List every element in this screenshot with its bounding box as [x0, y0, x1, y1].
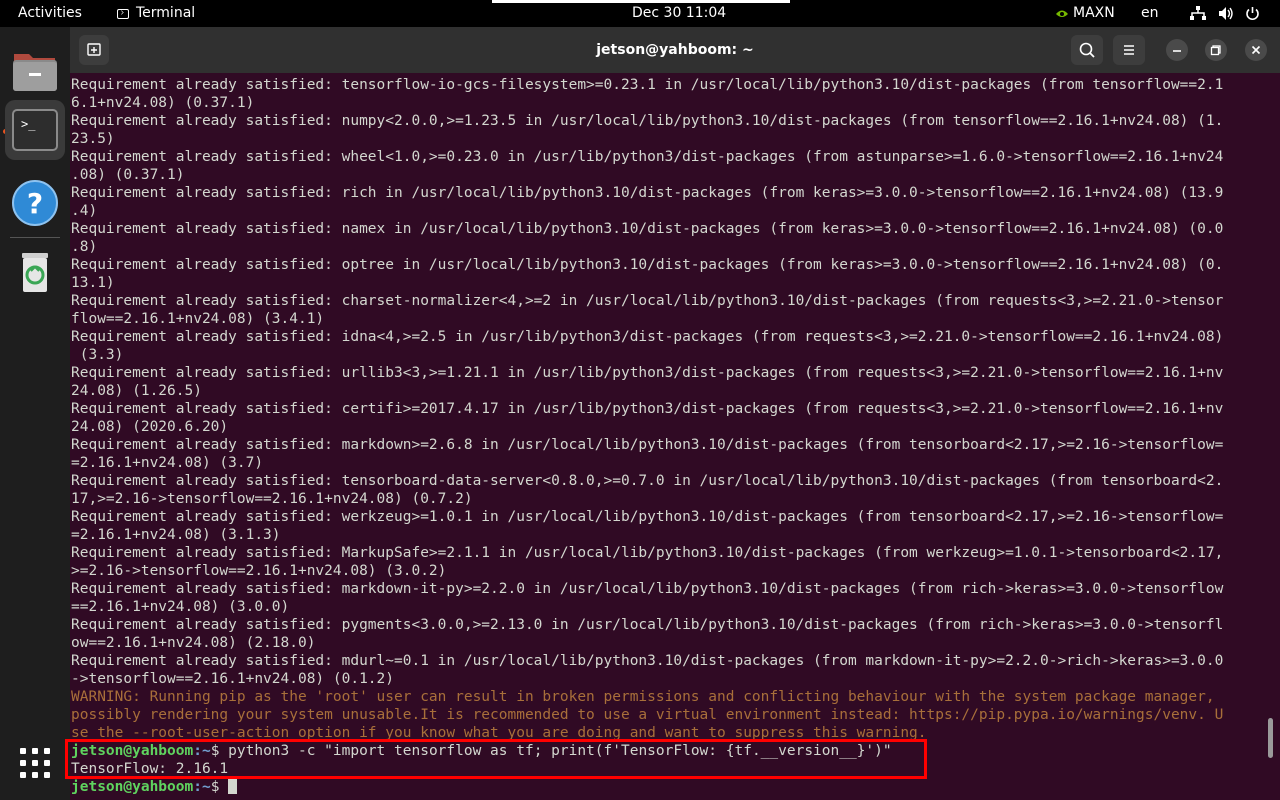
files-icon	[13, 54, 57, 91]
output-line: 24.08) (2020.6.20)	[71, 419, 229, 435]
terminal-window: jetson@yahboom: ~ Requirement already sa…	[70, 27, 1280, 800]
output-line: Requirement already satisfied: idna<4,>=…	[71, 329, 1224, 345]
svg-text:>_: >_	[21, 117, 36, 131]
output-line: (3.3)	[71, 347, 124, 363]
prompt-symbol: $	[210, 779, 229, 795]
output-line: 13.1)	[71, 275, 115, 291]
text-cursor	[228, 778, 238, 794]
new-tab-icon	[87, 43, 101, 56]
output-line: Requirement already satisfied: numpy<2.0…	[71, 113, 1224, 129]
output-line: 24.08) (1.26.5)	[71, 383, 202, 399]
output-line: .4)	[71, 203, 98, 219]
output-line: >=2.16->tensorflow==2.16.1+nv24.08) (3.0…	[71, 563, 447, 579]
language-indicator[interactable]: en	[1141, 0, 1159, 27]
dock-files-button[interactable]	[5, 40, 65, 100]
warning-line: possibly rendering your system unusable.…	[71, 707, 1224, 723]
close-button[interactable]	[1245, 39, 1267, 61]
output-line: Requirement already satisfied: charset-n…	[71, 293, 1224, 309]
warning-line: WARNING: Running pip as the 'root' user …	[71, 689, 1215, 705]
output-line: Requirement already satisfied: rich in /…	[71, 185, 1224, 201]
dock-terminal-button[interactable]: >_	[5, 100, 65, 160]
dock: >_ ?	[0, 27, 70, 800]
output-line: Requirement already satisfied: markdown>…	[71, 437, 1224, 453]
output-line: =2.16.1+nv24.08) (3.1.3)	[71, 527, 281, 543]
terminal-icon: >_	[12, 109, 58, 151]
activities-button[interactable]: Activities	[18, 0, 82, 27]
top-bar: Activities Terminal Dec 30 11:04 MAXN en	[0, 0, 1280, 27]
power-icon[interactable]	[1245, 0, 1260, 27]
terminal-app-icon	[117, 8, 129, 19]
nvidia-icon	[1056, 10, 1068, 17]
output-line: Requirement already satisfied: optree in…	[71, 257, 1224, 273]
prompt-path: :~	[193, 779, 211, 795]
output-line: TensorFlow: 2.16.1	[71, 761, 229, 777]
app-menu-label: Terminal	[136, 5, 196, 21]
output-line: Requirement already satisfied: pygments<…	[71, 617, 1224, 633]
terminal-scrollbar[interactable]	[1268, 718, 1273, 758]
output-line: Requirement already satisfied: certifi>=…	[71, 401, 1224, 417]
output-line: Requirement already satisfied: wheel<1.0…	[71, 149, 1224, 165]
output-line: .08) (0.37.1)	[71, 167, 185, 183]
hamburger-menu-icon	[1124, 45, 1134, 55]
prompt-line: jetson@yahboom:~$	[71, 778, 1263, 796]
output-line: 6.1+nv24.08) (0.37.1)	[71, 95, 255, 111]
network-icon[interactable]	[1190, 0, 1206, 27]
dock-help-button[interactable]: ?	[5, 173, 65, 233]
output-line: ow==2.16.1+nv24.08) (2.18.0)	[71, 635, 316, 651]
help-icon: ?	[12, 180, 58, 226]
output-line: ==2.16.1+nv24.08) (3.0.0)	[71, 599, 290, 615]
terminal-output[interactable]: Requirement already satisfied: tensorflo…	[71, 76, 1263, 800]
maximize-button[interactable]	[1205, 39, 1227, 61]
output-line: .8)	[71, 239, 98, 255]
app-menu-terminal[interactable]: Terminal	[117, 0, 195, 27]
power-mode-label: MAXN	[1073, 5, 1115, 21]
search-button[interactable]	[1071, 35, 1103, 65]
svg-text:?: ?	[27, 187, 43, 220]
output-line: Requirement already satisfied: mdurl~=0.…	[71, 653, 1224, 669]
clock[interactable]: Dec 30 11:04	[632, 0, 726, 27]
terminal-header-bar[interactable]: jetson@yahboom: ~	[70, 27, 1280, 73]
prompt-path: :~	[193, 743, 211, 759]
output-line: Requirement already satisfied: tensorboa…	[71, 473, 1224, 489]
maximize-icon	[1210, 45, 1221, 56]
close-icon	[1251, 45, 1261, 55]
search-icon	[1079, 42, 1095, 58]
output-line: Requirement already satisfied: urllib3<3…	[71, 365, 1224, 381]
volume-icon[interactable]	[1218, 0, 1234, 27]
output-line: Requirement already satisfied: werkzeug>…	[71, 509, 1224, 525]
minimize-button[interactable]	[1166, 39, 1188, 61]
hamburger-menu-button[interactable]	[1113, 35, 1145, 65]
output-line: Requirement already satisfied: tensorflo…	[71, 77, 1224, 93]
minimize-icon	[1173, 50, 1181, 52]
output-line: flow==2.16.1+nv24.08) (3.4.1)	[71, 311, 325, 327]
prompt-line: jetson@yahboom:~$ python3 -c "import ten…	[71, 742, 1263, 760]
command-text: python3 -c "import tensorflow as tf; pri…	[228, 743, 892, 759]
prompt-user: jetson@yahboom	[71, 779, 194, 795]
output-line: Requirement already satisfied: MarkupSaf…	[71, 545, 1224, 561]
output-line: 23.5)	[71, 131, 115, 147]
dock-separator	[10, 237, 60, 238]
dock-trash-button[interactable]	[5, 243, 65, 303]
new-tab-button[interactable]	[79, 35, 109, 65]
output-line: Requirement already satisfied: namex in …	[71, 221, 1224, 237]
trash-icon	[22, 253, 48, 292]
warning-line: se the --root-user-action option if you …	[71, 725, 927, 741]
output-line: Requirement already satisfied: markdown-…	[71, 581, 1224, 597]
prompt-symbol: $	[210, 743, 229, 759]
output-line: ->tensorflow==2.16.1+nv24.08) (0.1.2)	[71, 671, 395, 687]
output-line: 17,>=2.16->tensorflow==2.16.1+nv24.08) (…	[71, 491, 473, 507]
show-apps-icon	[20, 748, 50, 778]
show-apps-button[interactable]	[5, 735, 65, 795]
output-line: =2.16.1+nv24.08) (3.7)	[71, 455, 264, 471]
power-mode-indicator[interactable]: MAXN	[1055, 0, 1115, 27]
prompt-user: jetson@yahboom	[71, 743, 194, 759]
